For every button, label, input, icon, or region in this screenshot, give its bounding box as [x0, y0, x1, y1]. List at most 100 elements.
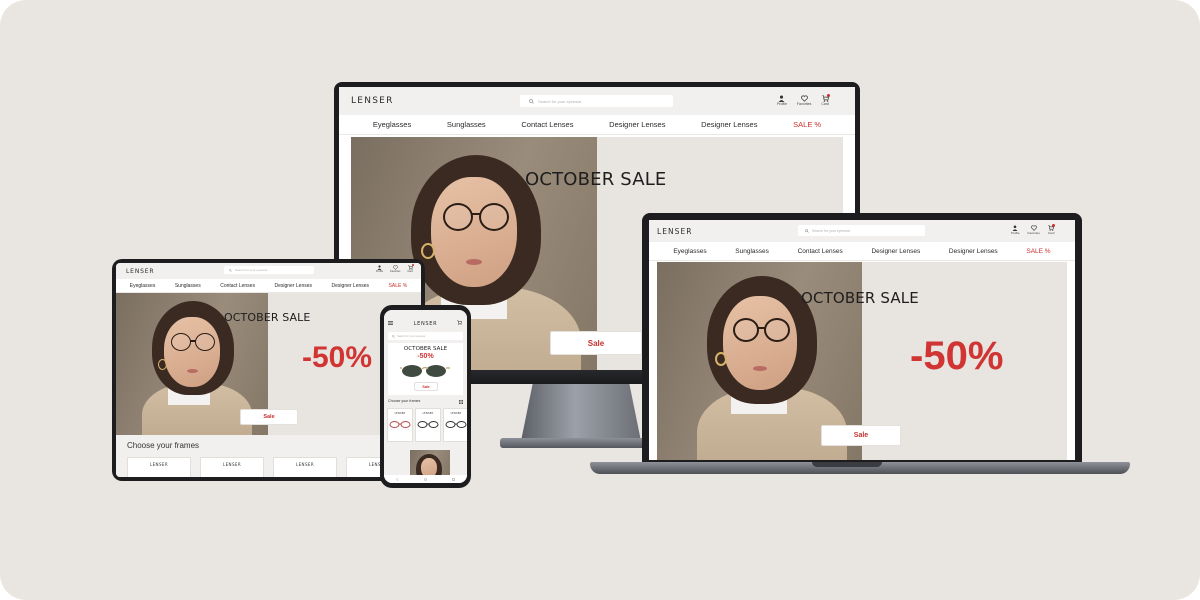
favorites-label: Favorites: [1027, 231, 1040, 235]
nav-eyeglasses[interactable]: Eyeglasses: [130, 283, 156, 289]
header-icons: Profile Favorites Card: [777, 94, 830, 106]
nav-sale[interactable]: SALE %: [1026, 248, 1050, 255]
frame-card-brand: LENSER: [223, 462, 241, 467]
tablet-screen: LENSER Search for your eyewear Profile F…: [116, 263, 421, 477]
nav-contact-lenses[interactable]: Contact Lenses: [521, 120, 573, 129]
cart-label: Card: [407, 270, 413, 273]
frames-section-title: Choose your frames: [127, 441, 200, 450]
nav-sunglasses[interactable]: Sunglasses: [447, 120, 486, 129]
hero-title: OCTOBER SALE: [403, 346, 448, 352]
menu-icon[interactable]: [388, 321, 393, 325]
hero-sale-button[interactable]: Sale: [821, 425, 901, 446]
cart-button[interactable]: Card: [407, 264, 414, 273]
nav-designer-lenses[interactable]: Designer Lenses: [274, 283, 312, 289]
cart-button[interactable]: Card: [821, 94, 830, 106]
search-input[interactable]: Search for your eyewear: [388, 332, 463, 340]
nav-sale[interactable]: SALE %: [793, 120, 821, 129]
profile-label: Profile: [1011, 231, 1020, 235]
frame-card[interactable]: LENSER: [127, 457, 191, 477]
favorites-button[interactable]: Favorites: [797, 95, 811, 106]
heart-icon: [800, 95, 808, 102]
logo[interactable]: LENSER: [126, 268, 154, 275]
search-icon: [392, 334, 395, 338]
nav-designer-lenses[interactable]: Designer Lenses: [609, 120, 665, 129]
eyeglasses-image: [389, 421, 411, 428]
frame-card[interactable]: LENSER: [387, 408, 413, 442]
tablet-hero: OCTOBER SALE -50% Sale: [116, 293, 421, 435]
nav-sale[interactable]: SALE %: [389, 283, 408, 289]
favorites-button[interactable]: Favorites: [390, 265, 400, 273]
back-icon[interactable]: [396, 477, 399, 481]
nav-sunglasses[interactable]: Sunglasses: [735, 248, 769, 255]
nav-designer-lenses-2[interactable]: Designer Lenses: [701, 120, 757, 129]
eyeglasses-image: [445, 421, 467, 428]
hero-discount: -50%: [302, 341, 373, 374]
search-placeholder: Search for your eyewear: [397, 334, 426, 338]
search-icon: [529, 98, 534, 104]
tablet-nav: Eyeglasses Sunglasses Contact Lenses Des…: [116, 279, 421, 293]
nav-eyeglasses[interactable]: Eyeglasses: [673, 248, 706, 255]
phone-hero: OCTOBER SALE -50% Sale: [388, 343, 463, 395]
tablet-header: LENSER Search for your eyewear Profile F…: [116, 263, 421, 279]
nav-designer-lenses-2[interactable]: Designer Lenses: [332, 283, 370, 289]
desktop-header: LENSER Search for your eyewear Profile F…: [339, 87, 855, 115]
cart-badge: [1052, 224, 1056, 227]
hero-sale-button[interactable]: Sale: [240, 409, 298, 425]
nav-contact-lenses[interactable]: Contact Lenses: [220, 283, 255, 289]
logo[interactable]: LENSER: [414, 321, 438, 327]
logo[interactable]: LENSER: [657, 227, 693, 236]
frame-card[interactable]: LENSER: [273, 457, 337, 477]
hero-sale-button[interactable]: Sale: [550, 331, 642, 355]
sunglasses-image: [400, 365, 450, 377]
frame-card[interactable]: LENSER: [443, 408, 467, 442]
search-placeholder: Search for your eyewear: [235, 268, 268, 272]
favorites-label: Favorites: [390, 270, 401, 273]
search-icon: [229, 268, 232, 272]
eyeglasses-image: [417, 421, 439, 428]
user-icon: [779, 95, 785, 102]
search-input[interactable]: Search for your eyewear: [520, 95, 673, 107]
laptop-notch: [812, 462, 882, 467]
hero-title: OCTOBER SALE: [525, 169, 667, 190]
search-placeholder: Search for your eyewear: [812, 228, 851, 233]
nav-contact-lenses[interactable]: Contact Lenses: [798, 248, 843, 255]
hero-sale-button[interactable]: Sale: [414, 382, 438, 391]
nav-eyeglasses[interactable]: Eyeglasses: [373, 120, 411, 129]
frame-card-brand: LENSER: [296, 462, 314, 467]
home-icon[interactable]: [424, 477, 427, 481]
search-input[interactable]: Search for your eyewear: [224, 266, 314, 274]
cart-badge: [826, 94, 830, 97]
filter-icon[interactable]: [459, 400, 463, 404]
favorites-button[interactable]: Favorites: [1028, 225, 1040, 235]
tablet-frames-section: Choose your frames LENSER LENSER LENSER …: [116, 435, 421, 477]
nav-designer-lenses-2[interactable]: Designer Lenses: [949, 248, 998, 255]
recents-icon[interactable]: [451, 477, 455, 481]
header-icons: Profile Favorites Card: [376, 264, 414, 273]
hero-discount: -50%: [910, 334, 1004, 378]
nav-designer-lenses[interactable]: Designer Lenses: [871, 248, 920, 255]
favorites-label: Favorites: [796, 102, 812, 106]
logo[interactable]: LENSER: [351, 96, 394, 106]
profile-button[interactable]: Profile: [376, 265, 383, 273]
frame-card-brand: LENSER: [450, 412, 462, 415]
nav-sunglasses[interactable]: Sunglasses: [175, 283, 201, 289]
profile-label: Profile: [777, 102, 787, 106]
phone-screen: LENSER Search for your eyewear OCTOBER S…: [384, 310, 467, 483]
search-icon: [805, 228, 809, 233]
phone-model-photo: [410, 450, 450, 475]
frame-card-brand: LENSER: [394, 412, 406, 415]
cart-button[interactable]: Card: [1048, 224, 1056, 235]
header-icons: Profile Favorites Card: [1011, 224, 1056, 235]
search-placeholder: Search for your eyewear: [538, 98, 582, 104]
laptop-hero: OCTOBER SALE -50% Sale: [657, 262, 1067, 460]
monitor-stand-neck: [520, 374, 642, 446]
frame-card[interactable]: LENSER: [200, 457, 264, 477]
frame-card[interactable]: LENSER: [415, 408, 441, 442]
laptop-header: LENSER Search for your eyewear Profile F…: [649, 220, 1075, 242]
profile-button[interactable]: Profile: [1011, 225, 1020, 235]
desktop-nav: Eyeglasses Sunglasses Contact Lenses Des…: [339, 115, 855, 135]
cart-icon[interactable]: [457, 320, 462, 325]
profile-button[interactable]: Profile: [777, 95, 787, 106]
search-input[interactable]: Search for your eyewear: [798, 225, 925, 236]
hero-title: OCTOBER SALE: [801, 289, 919, 307]
